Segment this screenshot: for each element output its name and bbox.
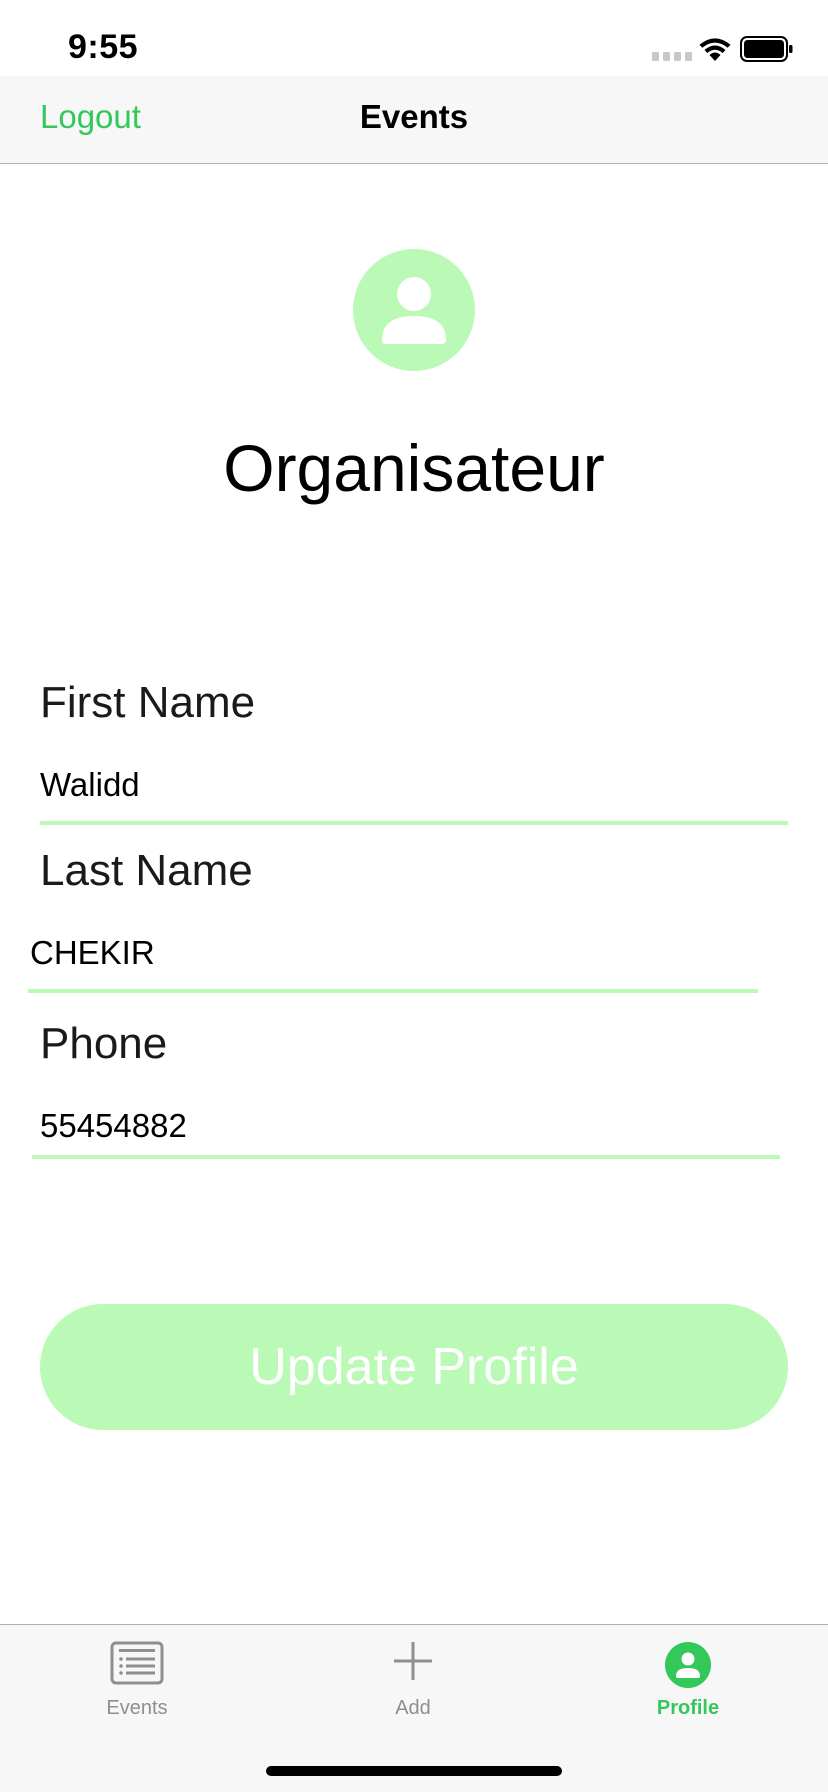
first-name-label: First Name xyxy=(40,678,256,727)
last-name-label: Last Name xyxy=(40,846,253,895)
person-circle-icon xyxy=(382,277,446,344)
last-name-input[interactable] xyxy=(30,931,750,975)
battery-icon xyxy=(740,36,793,62)
tab-profile[interactable]: Profile xyxy=(608,1625,768,1735)
status-bar: 9:55 xyxy=(0,0,828,76)
role-title: Organisateur xyxy=(223,431,605,505)
page-title: Events xyxy=(359,98,469,135)
phone-input[interactable] xyxy=(40,1104,770,1148)
tab-add-label: Add xyxy=(395,1697,431,1719)
tab-profile-label: Profile xyxy=(656,1697,720,1719)
update-profile-button[interactable]: Update Profile xyxy=(40,1304,788,1430)
last-name-underline xyxy=(28,989,758,993)
navigation-bar: Logout Events xyxy=(0,76,828,164)
first-name-underline xyxy=(40,821,788,825)
phone-underline xyxy=(32,1155,780,1159)
cellular-signal-icon xyxy=(652,52,692,61)
first-name-input[interactable] xyxy=(40,763,780,807)
avatar xyxy=(353,249,475,371)
home-indicator xyxy=(266,1766,562,1776)
wifi-icon xyxy=(699,38,731,61)
list-icon xyxy=(110,1641,164,1685)
tab-events[interactable]: Events xyxy=(57,1625,217,1735)
tab-add[interactable]: Add xyxy=(333,1625,493,1735)
person-circle-icon xyxy=(665,1642,711,1688)
plus-icon xyxy=(394,1642,432,1680)
status-time: 9:55 xyxy=(68,28,139,66)
phone-label: Phone xyxy=(40,1019,168,1068)
tab-events-label: Events xyxy=(106,1697,168,1719)
